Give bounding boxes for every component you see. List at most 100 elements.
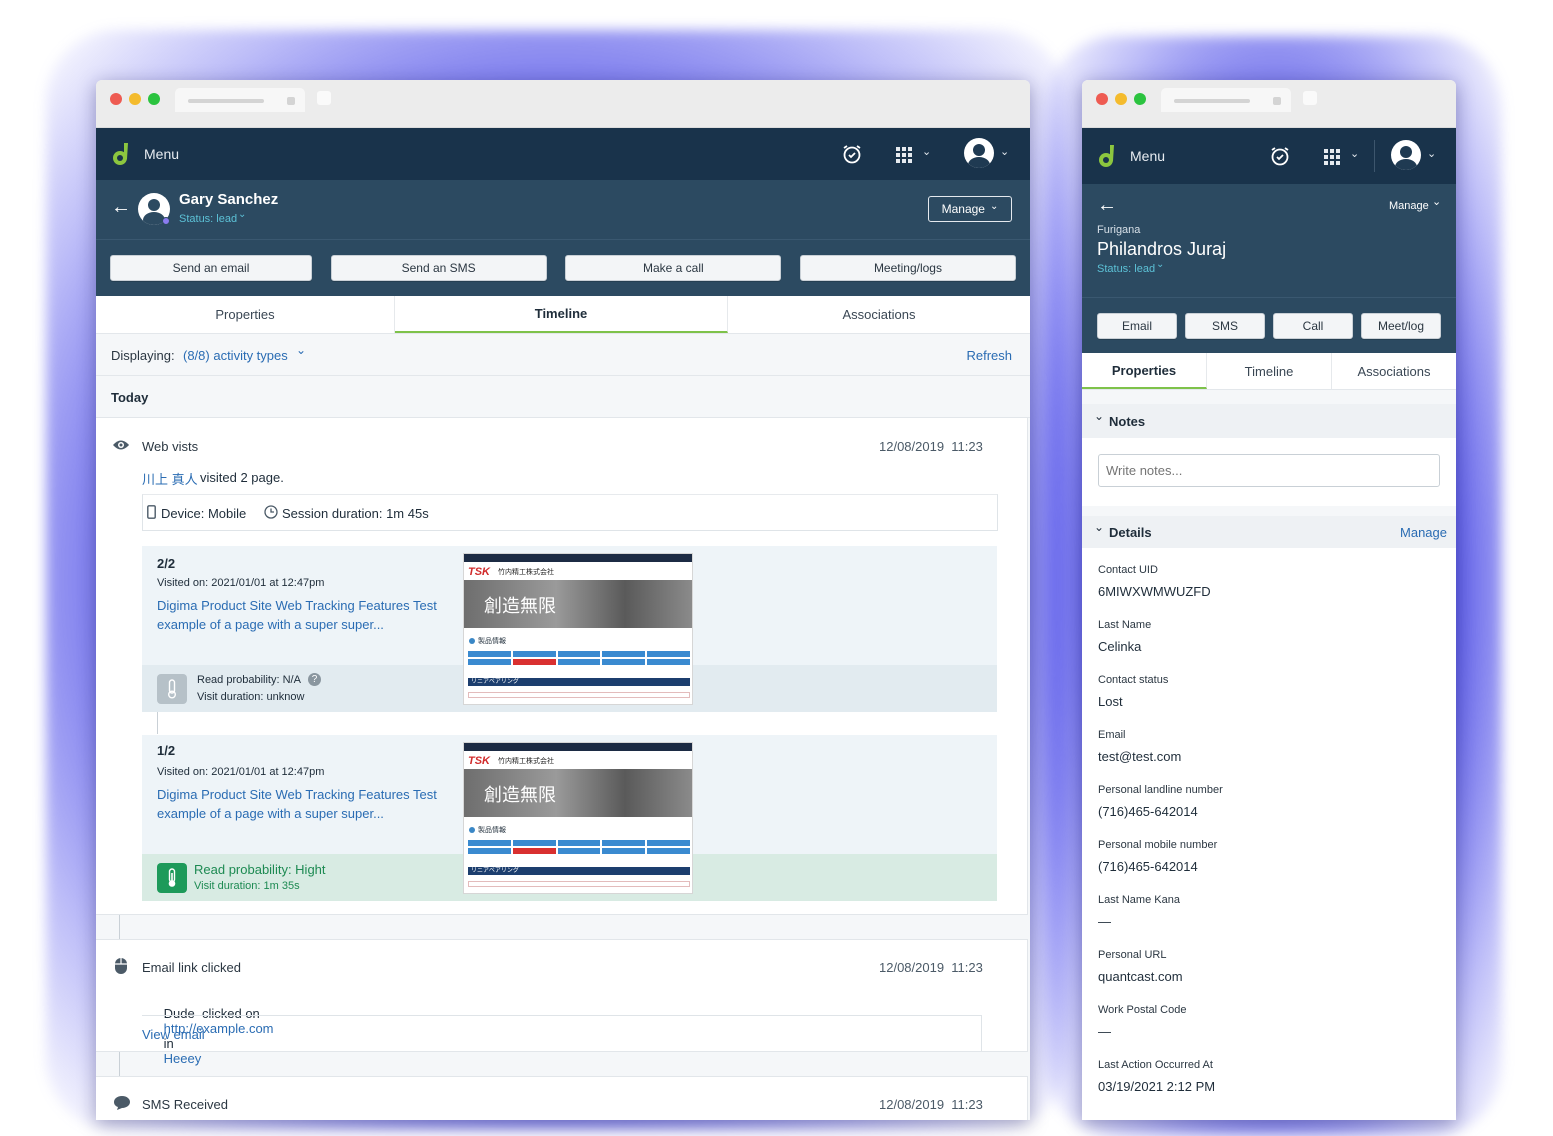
detail-field: Contact status Lost: [1098, 674, 1440, 729]
tab-associations[interactable]: Associations: [728, 296, 1030, 333]
notes-input[interactable]: [1098, 454, 1440, 487]
call-button[interactable]: Call: [1273, 312, 1353, 339]
campaign-link[interactable]: Heeey: [164, 1051, 202, 1066]
menu-label[interactable]: Menu: [144, 146, 179, 162]
page-title-link[interactable]: Digima Product Site Web Tracking Feature…: [157, 787, 437, 802]
thumb-banner-text: 創造無限: [484, 785, 556, 806]
field-value: test@test.com: [1098, 749, 1182, 764]
menu-label[interactable]: Menu: [1130, 148, 1165, 164]
maximize-dot[interactable]: [148, 93, 160, 105]
details-chevron-down-icon[interactable]: ⌄: [1094, 520, 1104, 534]
manage-dropdown[interactable]: Manage: [1389, 200, 1429, 212]
browser-chrome: [1082, 80, 1456, 128]
alarm-icon[interactable]: [841, 143, 863, 165]
manage-button[interactable]: Manage ⌄: [928, 196, 1012, 222]
contact-header: ← Manage ⌄ Furigana Philandros Juraj Sta…: [1082, 184, 1456, 297]
help-icon[interactable]: ?: [308, 673, 321, 686]
manage-chevron-down-icon[interactable]: ⌄: [1432, 195, 1441, 208]
notes-section-header[interactable]: ⌄ Notes: [1082, 404, 1456, 438]
new-tab-button[interactable]: [317, 91, 331, 105]
alarm-icon[interactable]: [1269, 145, 1291, 167]
meeting-logs-button[interactable]: Meeting/logs: [799, 255, 1016, 281]
details-section-header[interactable]: ⌄ Details Manage: [1082, 516, 1456, 548]
field-value: —: [1098, 1024, 1111, 1039]
timeline-connector: [119, 915, 120, 939]
thumb-section: 製品情報: [478, 827, 506, 834]
sms-received-card: SMS Received 12/08/2019 11:23: [96, 1076, 1028, 1120]
thermometer-icon: [157, 863, 187, 893]
contact-status[interactable]: Status: lead: [179, 213, 237, 225]
back-arrow-icon[interactable]: ←: [111, 196, 131, 219]
visitor-name-link[interactable]: 川上 真人: [142, 469, 198, 488]
sms-button[interactable]: SMS: [1185, 312, 1265, 339]
displaying-label: Displaying:: [111, 348, 175, 363]
clock-icon: [264, 505, 278, 519]
page-title-link-line2[interactable]: example of a page with a super super...: [157, 617, 384, 632]
field-label: Personal landline number: [1098, 784, 1223, 796]
device-label: Device: Mobile: [161, 506, 247, 521]
notes-chevron-down-icon[interactable]: ⌄: [1094, 409, 1104, 423]
detail-field: Personal mobile number (716)465-642014: [1098, 839, 1440, 894]
avatar[interactable]: [1391, 140, 1421, 170]
new-tab-button[interactable]: [1303, 91, 1317, 105]
avatar-chevron-down-icon[interactable]: ⌄: [1000, 145, 1009, 158]
contact-name: Gary Sanchez: [179, 191, 279, 208]
apps-grid-icon[interactable]: [1324, 149, 1340, 165]
field-label: Personal URL: [1098, 949, 1167, 961]
avatar[interactable]: [964, 138, 994, 168]
email-button[interactable]: Email: [1097, 312, 1177, 339]
maximize-dot[interactable]: [1134, 93, 1146, 105]
close-dot[interactable]: [110, 93, 122, 105]
make-call-button[interactable]: Make a call: [565, 255, 782, 281]
send-email-button[interactable]: Send an email: [110, 255, 312, 281]
view-email-link[interactable]: View email: [142, 1027, 205, 1042]
manage-label: Manage: [941, 202, 985, 216]
tab-properties[interactable]: Properties: [1082, 353, 1207, 389]
chat-bubble-icon: [114, 1096, 130, 1110]
apps-grid-icon[interactable]: [896, 147, 912, 163]
page-title-link-line2[interactable]: example of a page with a super super...: [157, 806, 384, 821]
timeline-connector: [157, 712, 158, 734]
field-label: Email: [1098, 729, 1126, 741]
thumb-section-dot: [469, 638, 475, 644]
tab-associations[interactable]: Associations: [1332, 353, 1456, 389]
session-duration-label: Session duration: 1m 45s: [282, 506, 429, 521]
apps-chevron-down-icon[interactable]: ⌄: [1350, 147, 1359, 160]
tab-timeline[interactable]: Timeline: [1207, 353, 1332, 389]
activity-types-dropdown[interactable]: (8/8) activity types: [183, 348, 288, 363]
page-thumbnail[interactable]: TSK 竹内精工株式会社 創造無限 製品情報 リニアベアリング: [463, 742, 693, 894]
web-visits-card: Web vists 12/08/2019 11:23 川上 真人 visited…: [96, 417, 1028, 915]
right-browser-window: Menu ⌄ ⌄ ← Manage ⌄ Furigana Philandros …: [1082, 80, 1456, 1120]
left-browser-window: Menu ⌄ ⌄ ← Gary Sanchez Status: lead ⌄ M…: [96, 80, 1030, 1120]
mouse-icon: [115, 958, 127, 974]
send-sms-button[interactable]: Send an SMS: [330, 255, 547, 281]
minimize-dot[interactable]: [129, 93, 141, 105]
close-dot[interactable]: [1096, 93, 1108, 105]
web-visits-title: Web vists: [142, 439, 199, 454]
page-thumbnail[interactable]: TSK 竹内精工株式会社 創造無限 製品情報 リニアベアリング: [463, 553, 693, 705]
field-value: Celinka: [1098, 639, 1142, 654]
field-value: quantcast.com: [1098, 969, 1183, 984]
avatar-chevron-down-icon[interactable]: ⌄: [1427, 147, 1436, 160]
email-click-title: Email link clicked: [142, 960, 241, 975]
page-title-link[interactable]: Digima Product Site Web Tracking Feature…: [157, 598, 437, 613]
back-arrow-icon[interactable]: ←: [1097, 194, 1117, 217]
contact-tabs: Properties Timeline Associations: [96, 296, 1030, 334]
minimize-dot[interactable]: [1115, 93, 1127, 105]
filter-chevron-down-icon[interactable]: ⌄: [296, 343, 306, 357]
contact-status[interactable]: Status: lead: [1097, 263, 1155, 275]
tab-properties[interactable]: Properties: [96, 296, 395, 333]
eye-icon: [113, 440, 129, 450]
tab-timeline[interactable]: Timeline: [395, 296, 728, 333]
top-nav: Menu ⌄ ⌄: [1082, 128, 1456, 184]
status-chevron-down-icon[interactable]: ⌄: [238, 209, 246, 220]
field-label: Last Action Occurred At: [1098, 1059, 1213, 1071]
thumb-subsection-bar: リニアベアリング: [468, 678, 690, 686]
browser-chrome: [96, 80, 1030, 128]
status-chevron-down-icon[interactable]: ⌄: [1156, 259, 1164, 270]
thumb-nav-grid: [468, 840, 690, 854]
meet-log-button[interactable]: Meet/log: [1361, 312, 1441, 339]
apps-chevron-down-icon[interactable]: ⌄: [922, 145, 931, 158]
refresh-link[interactable]: Refresh: [966, 348, 1012, 363]
details-manage-link[interactable]: Manage: [1400, 525, 1447, 540]
